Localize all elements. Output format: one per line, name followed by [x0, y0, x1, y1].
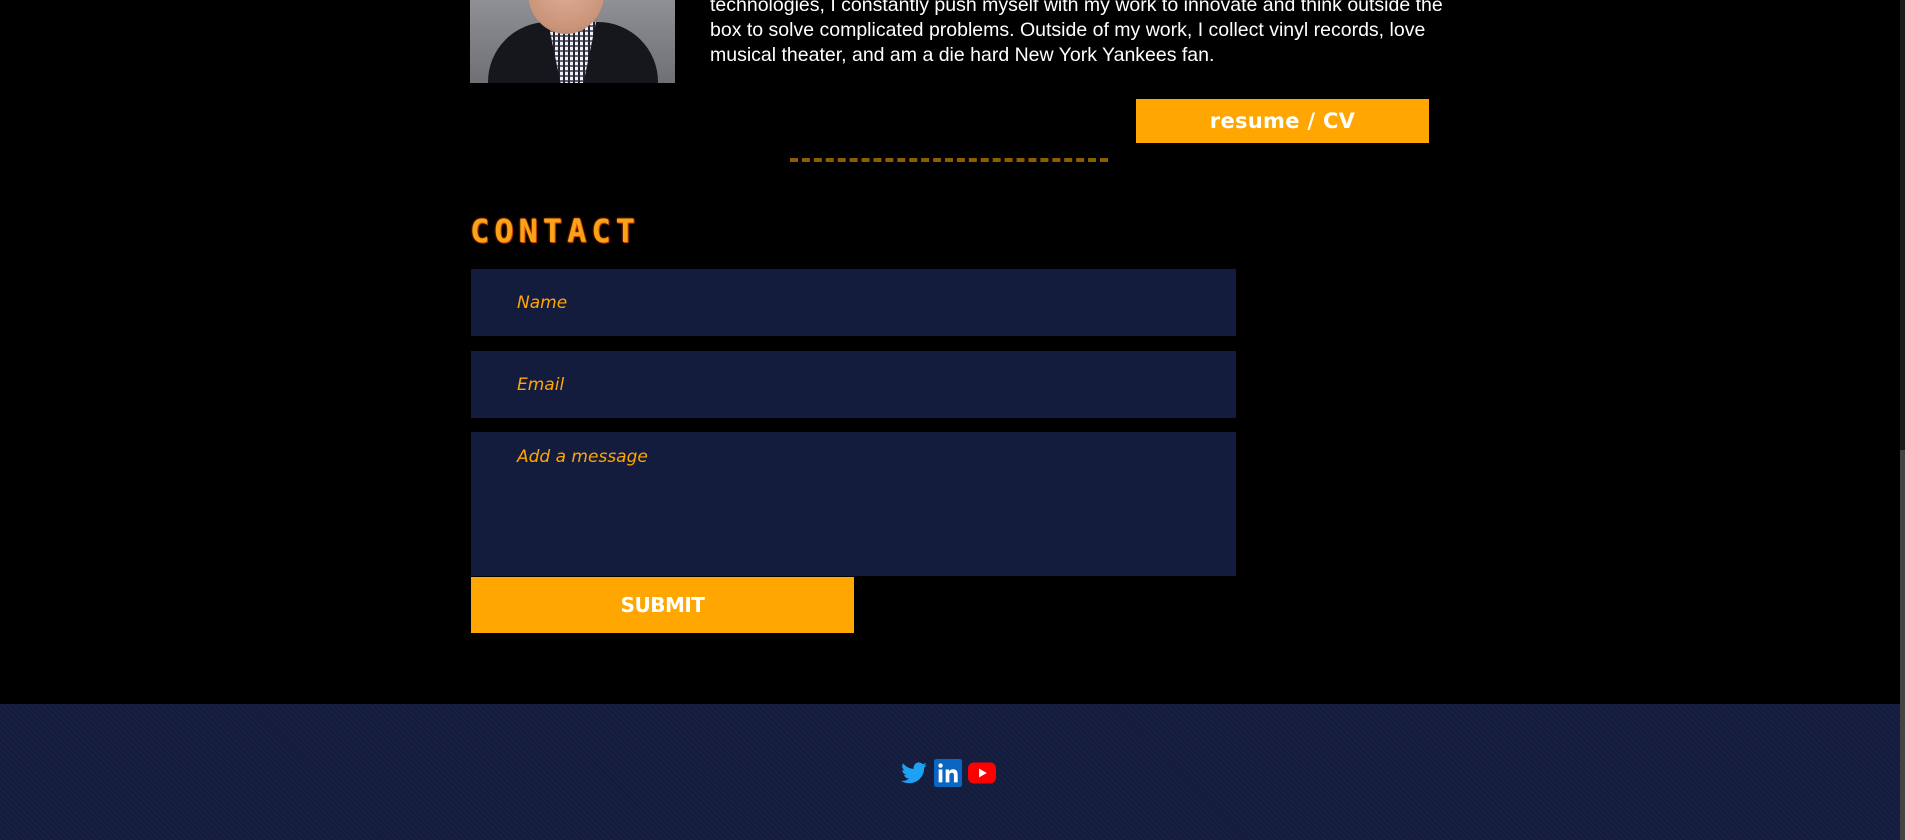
submit-button[interactable]: SUBMIT: [471, 577, 854, 633]
message-field[interactable]: [471, 432, 1236, 576]
name-field[interactable]: [471, 269, 1236, 336]
bio-line: box to solve complicated problems. Outsi…: [710, 19, 1426, 41]
twitter-icon[interactable]: [900, 759, 928, 787]
linkedin-icon[interactable]: [934, 759, 962, 787]
bio-line: musical theater, and am a die hard New Y…: [710, 44, 1215, 66]
youtube-icon[interactable]: [968, 759, 996, 787]
resume-cv-button[interactable]: resume / CV: [1136, 99, 1429, 143]
social-links: [900, 759, 996, 787]
profile-photo: [470, 0, 675, 83]
contact-heading: CONTACT: [470, 212, 640, 250]
bio-text: technologies, I constantly push myself w…: [710, 0, 1443, 68]
bio-line: technologies, I constantly push myself w…: [710, 0, 1443, 16]
scrollbar-thumb[interactable]: [1900, 450, 1905, 840]
email-field[interactable]: [471, 351, 1236, 418]
section-divider: [790, 158, 1108, 162]
